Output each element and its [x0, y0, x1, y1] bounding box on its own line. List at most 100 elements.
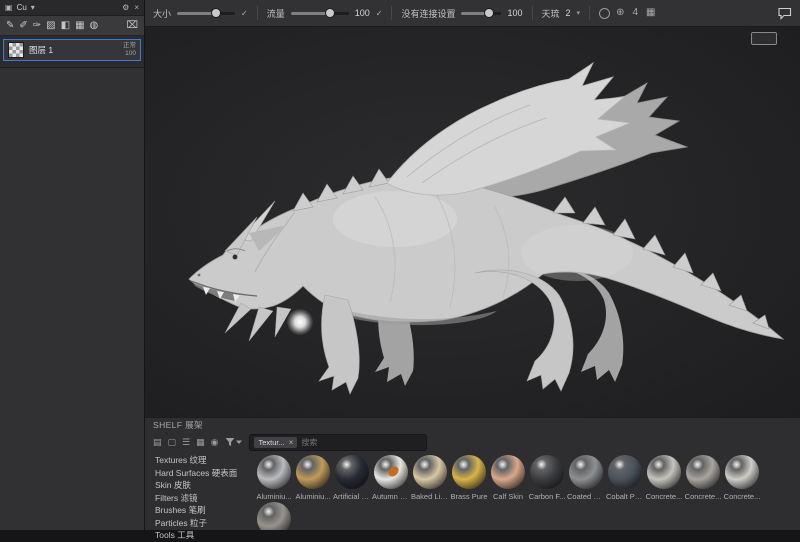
layers-panel-header: ▣ Cu ▾ ⚙ × [0, 0, 144, 16]
chevron-down-icon[interactable]: ▾ [577, 9, 581, 17]
material-label: Concrete... [645, 492, 683, 501]
shelf-category-item[interactable]: Skin 皮肤 [155, 479, 251, 492]
material-sphere[interactable] [686, 455, 720, 489]
chevron-down-icon[interactable]: ▾ [31, 3, 35, 12]
material-item[interactable]: Baked Lig... [411, 455, 449, 501]
chip-close-icon[interactable]: × [289, 438, 294, 447]
pen-tool-icon[interactable]: ✑ [33, 20, 41, 31]
material-item[interactable]: Aluminiu... [255, 455, 293, 501]
layer-opacity[interactable]: 100 [125, 50, 136, 58]
symmetry-icon[interactable]: ⊕ [616, 8, 624, 18]
shelf-category-item[interactable]: Textures 纹理 [155, 454, 251, 467]
material-item[interactable]: Artificial L... [333, 455, 371, 501]
connection-setting-control: 没有连接设置 100 [401, 7, 522, 20]
grid-snap-icon[interactable]: ▦ [646, 8, 655, 18]
flow-label: 流量 [266, 8, 285, 19]
shelf-toolbar-icons: ▤ ▢ ☰ ▦ ◉ [153, 437, 219, 447]
search-input[interactable] [301, 437, 368, 447]
material-label: Cobalt Pure [606, 492, 644, 501]
size-pressure-toggle-icon[interactable]: ✓ [241, 9, 248, 18]
toolbar-right-icons: ⊕ 4 ▦ [599, 7, 655, 19]
material-sphere[interactable] [257, 455, 291, 489]
filter-chip[interactable]: Textur... × [254, 436, 298, 448]
material-label: Coated M... [567, 492, 605, 501]
material-sphere[interactable] [647, 455, 681, 489]
grid-tool-icon[interactable]: ▦ [75, 20, 84, 31]
shelf-panel: SHELF 展架 ▤ ▢ ☰ ▦ ◉ Textur... × Textures 纹理Ha… [145, 417, 800, 540]
brush-tip-preview-icon[interactable] [599, 7, 611, 19]
file-icon[interactable]: ▢ [168, 437, 177, 447]
layer-thumbnail [8, 42, 24, 58]
size-slider[interactable] [177, 9, 236, 17]
material-item[interactable]: Concrete... [723, 455, 761, 501]
shelf-category-item[interactable]: Brushes 笔刷 [155, 504, 251, 517]
filter-funnel-icon[interactable] [225, 437, 243, 447]
eye-icon[interactable]: ◉ [211, 437, 219, 447]
material-sphere[interactable] [413, 455, 447, 489]
material-sphere[interactable] [608, 455, 642, 489]
brush-flow-control: 流量 100 ✓ [267, 7, 383, 20]
material-label: Brass Pure [450, 492, 488, 501]
material-item[interactable]: Concrete... [684, 455, 722, 501]
shelf-category-item[interactable]: Tools 工具 [155, 529, 251, 542]
count-value[interactable]: 4 [632, 8, 638, 18]
shelf-category-item[interactable]: Hard Surfaces 硬表面 [155, 467, 251, 480]
shelf-search-field[interactable]: Textur... × [249, 433, 428, 451]
param4-control[interactable]: 天琉 2 ▾ [542, 7, 581, 20]
material-sphere[interactable] [257, 502, 291, 530]
material-item[interactable]: Cobalt Pure [606, 455, 644, 501]
window-icon: ▣ [5, 2, 13, 12]
layer-name: 图层 1 [29, 45, 54, 55]
material-sphere[interactable] [296, 455, 330, 489]
smudge-tool-icon[interactable]: ◍ [90, 20, 99, 31]
app-window: 大小 ✓ 流量 100 ✓ 没有连接设置 100 天琉 2 ▾ ⊕ 4 ▦ ▣ … [0, 0, 800, 540]
shelf-category-item[interactable]: Particles 粒子 [155, 517, 251, 530]
material-sphere[interactable] [374, 455, 408, 489]
material-sphere[interactable] [725, 455, 759, 489]
panel-title: Cu [16, 3, 27, 12]
material-sphere[interactable] [491, 455, 525, 489]
toolbar-separator [256, 6, 258, 20]
grid-view-icon[interactable]: ▦ [196, 437, 205, 447]
material-sphere[interactable] [569, 455, 603, 489]
material-item[interactable]: Concrete... [645, 455, 683, 501]
folder-icon[interactable]: ▤ [153, 437, 162, 447]
shelf-toolbar: ▤ ▢ ☰ ▦ ◉ Textur... × [145, 432, 800, 452]
material-sphere[interactable] [530, 455, 564, 489]
brush-tool-icon[interactable]: ✎ [6, 20, 14, 31]
pencil-tool-icon[interactable]: ✐ [19, 20, 27, 31]
fill-tool-icon[interactable]: ◧ [61, 20, 70, 31]
material-item[interactable]: Concrete... [255, 502, 293, 530]
layer-blend-mode[interactable]: 正常 [123, 42, 136, 50]
viewport-overlay-chip[interactable] [751, 32, 777, 45]
viewport-3d[interactable] [145, 27, 800, 417]
list-view-icon[interactable]: ☰ [182, 437, 190, 447]
material-item[interactable]: Carbon F... [528, 455, 566, 501]
chat-bubble-icon[interactable] [778, 7, 792, 20]
material-item[interactable]: Calf Skin [489, 455, 527, 501]
material-item[interactable]: Autumn L... [372, 455, 410, 501]
close-icon[interactable]: × [134, 3, 139, 12]
material-label: Artificial L... [333, 492, 371, 501]
material-label: Baked Lig... [411, 492, 449, 501]
toolbar-separator [589, 6, 591, 20]
flow-value: 100 [354, 8, 370, 18]
material-item[interactable]: Brass Pure [450, 455, 488, 501]
layer-item-selected[interactable]: 图层 1 正常 100 [3, 39, 141, 61]
material-item[interactable]: Coated M... [567, 455, 605, 501]
material-item[interactable]: Aluminiu... [294, 455, 332, 501]
toolbar-icons-holder: ⊕ 4 ▦ [616, 8, 655, 18]
flow-pressure-toggle-icon[interactable]: ✓ [376, 9, 383, 18]
brush-size-control: 大小 ✓ [153, 7, 248, 20]
material-grid: Aluminiu... Aluminiu... Artificial L... [251, 452, 800, 530]
layer-tools-row: ✎ ✐ ✑ ▨ ◧ ▦ ◍ ⌧ [0, 16, 144, 36]
projection-tool-icon[interactable]: ▨ [46, 20, 55, 31]
material-sphere[interactable] [335, 455, 369, 489]
shelf-category-item[interactable]: Filters 滤镜 [155, 492, 251, 505]
gear-icon[interactable]: ⚙ [122, 3, 129, 12]
param4-label: 天琉 [541, 8, 560, 19]
flow-slider[interactable] [290, 9, 349, 17]
material-sphere[interactable] [452, 455, 486, 489]
connection-setting-slider[interactable] [461, 9, 502, 17]
delete-tool-icon[interactable]: ⌧ [126, 20, 138, 31]
